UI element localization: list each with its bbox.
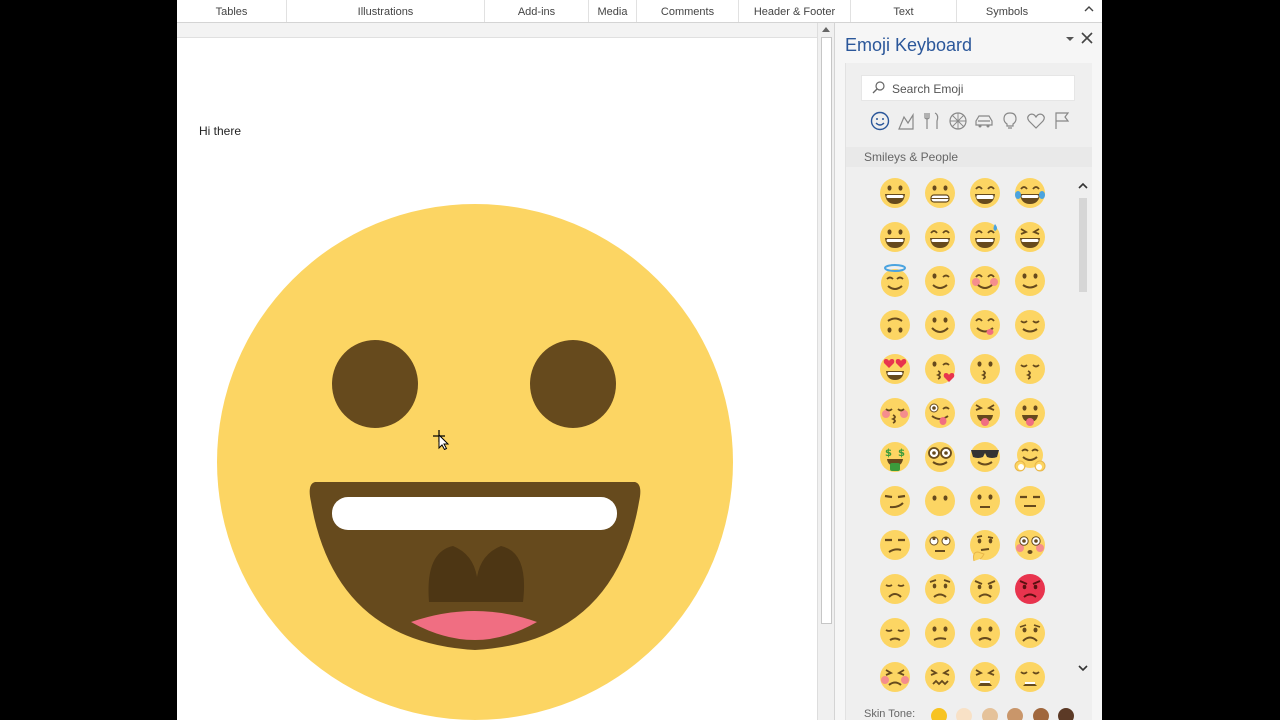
ribbon-group-media[interactable]: Media — [589, 0, 637, 22]
move-cursor-icon — [433, 430, 450, 450]
grinning-face-icon[interactable] — [215, 202, 735, 720]
tears-of-joy-icon[interactable] — [1013, 176, 1047, 210]
ribbon-group-text[interactable]: Text — [851, 0, 957, 22]
frowning-icon[interactable] — [1013, 616, 1047, 650]
chevron-down-icon[interactable] — [1065, 35, 1075, 46]
flag-category-icon[interactable] — [1052, 111, 1072, 131]
confused-icon[interactable] — [923, 616, 957, 650]
relieved-icon[interactable] — [1013, 308, 1047, 342]
confounded-icon[interactable] — [923, 660, 957, 694]
document-text[interactable]: Hi there — [199, 124, 241, 138]
emoji-addin: Smileys & People — [845, 63, 1092, 720]
pane-title: Emoji Keyboard — [845, 35, 973, 55]
weary-icon[interactable] — [1013, 660, 1047, 694]
unamused-icon[interactable] — [878, 528, 912, 562]
expressionless-icon[interactable] — [1013, 484, 1047, 518]
skin-tone-medium[interactable] — [1007, 708, 1023, 720]
ribbon-group-illustrations[interactable]: Illustrations — [287, 0, 485, 22]
persevering-icon[interactable] — [878, 660, 912, 694]
emoji-task-pane: Emoji Keyboard Search Emoji Smileys & Pe… — [834, 23, 1102, 720]
neutral-icon[interactable] — [968, 484, 1002, 518]
thinking-icon[interactable] — [968, 528, 1002, 562]
blush-icon[interactable] — [968, 264, 1002, 298]
heart-category-icon[interactable] — [1026, 111, 1046, 131]
svg-text:$: $ — [898, 448, 905, 459]
disappointed-icon[interactable] — [878, 572, 912, 606]
skin-tone-medium-light[interactable] — [982, 708, 998, 720]
pouting-icon[interactable] — [1013, 572, 1047, 606]
scroll-down-icon[interactable] — [1078, 664, 1088, 675]
skin-tone-light[interactable] — [956, 708, 972, 720]
svg-text:$: $ — [885, 448, 892, 459]
ribbon-group-addins[interactable]: Add-ins — [485, 0, 589, 22]
nature-category-icon[interactable] — [896, 111, 916, 131]
chevron-up-icon[interactable] — [1082, 3, 1096, 17]
lightbulb-category-icon[interactable] — [1000, 111, 1020, 131]
pensive-icon[interactable] — [878, 616, 912, 650]
tired-icon[interactable] — [968, 660, 1002, 694]
scroll-up-icon[interactable] — [1078, 182, 1088, 193]
slight-smile-icon[interactable] — [1013, 264, 1047, 298]
smirk-icon[interactable] — [878, 484, 912, 518]
ribbon: Tables Illustrations Add-ins Media Comme… — [177, 0, 1102, 23]
hugging-icon[interactable] — [1013, 440, 1047, 474]
document-page[interactable]: Hi there — [177, 38, 817, 720]
activity-category-icon[interactable] — [948, 111, 968, 131]
travel-category-icon[interactable] — [974, 111, 994, 131]
emoji-scrollbar[interactable] — [1076, 176, 1088, 676]
heart-eyes-icon[interactable] — [878, 352, 912, 386]
search-box[interactable] — [861, 75, 1075, 101]
sunglasses-icon[interactable] — [968, 440, 1002, 474]
money-mouth-icon[interactable]: $ $ — [878, 440, 912, 474]
grimacing-icon[interactable] — [923, 176, 957, 210]
squinting-tongue-icon[interactable] — [968, 396, 1002, 430]
close-icon[interactable] — [1081, 31, 1093, 49]
search-icon — [872, 81, 885, 94]
tongue-icon[interactable] — [1013, 396, 1047, 430]
skin-tone-label: Skin Tone: — [864, 708, 916, 720]
skin-tone-default[interactable] — [931, 708, 947, 720]
skin-tone-medium-dark[interactable] — [1033, 708, 1049, 720]
search-input[interactable] — [890, 79, 1074, 99]
kissing-blush-icon[interactable] — [878, 396, 912, 430]
upside-down-icon[interactable] — [878, 308, 912, 342]
scroll-up-icon[interactable] — [822, 27, 830, 32]
yum-icon[interactable] — [968, 308, 1002, 342]
ribbon-group-symbols[interactable]: Symbols — [957, 0, 1057, 22]
grinning-icon[interactable] — [878, 176, 912, 210]
eye-roll-icon[interactable] — [923, 528, 957, 562]
scrollbar-thumb[interactable] — [1079, 198, 1087, 292]
no-mouth-icon[interactable] — [923, 484, 957, 518]
food-category-icon[interactable] — [922, 111, 942, 131]
skin-tone-dark[interactable] — [1058, 708, 1074, 720]
flushed-icon[interactable] — [1013, 528, 1047, 562]
ruler-gap — [177, 23, 817, 38]
ribbon-group-header-footer[interactable]: Header & Footer — [739, 0, 851, 22]
relaxed-icon[interactable] — [923, 308, 957, 342]
section-header: Smileys & People — [846, 147, 1092, 167]
worried-icon[interactable] — [923, 572, 957, 606]
angry-icon[interactable] — [968, 572, 1002, 606]
ribbon-group-comments[interactable]: Comments — [637, 0, 739, 22]
kissing-heart-icon[interactable] — [923, 352, 957, 386]
sweat-smile-icon[interactable] — [968, 220, 1002, 254]
halo-icon[interactable] — [878, 264, 912, 298]
wink-icon[interactable] — [923, 264, 957, 298]
kissing-closed-eyes-icon[interactable] — [1013, 352, 1047, 386]
nerd-icon[interactable] — [923, 440, 957, 474]
laughing-icon[interactable] — [1013, 220, 1047, 254]
beaming-icon[interactable] — [968, 176, 1002, 210]
scrollbar-thumb[interactable] — [821, 37, 832, 624]
smile-icon[interactable] — [923, 220, 957, 254]
zany-icon[interactable] — [923, 396, 957, 430]
kissing-icon[interactable] — [968, 352, 1002, 386]
word-window: Tables Illustrations Add-ins Media Comme… — [177, 0, 1102, 720]
smiley-category-icon[interactable] — [870, 111, 890, 131]
skin-tone-bar: Skin Tone: — [846, 695, 1092, 720]
document-scrollbar[interactable] — [817, 23, 834, 720]
slightly-frowning-icon[interactable] — [968, 616, 1002, 650]
ribbon-group-tables[interactable]: Tables — [177, 0, 287, 22]
smiley-icon[interactable] — [878, 220, 912, 254]
emoji-grid: $ $ — [878, 176, 1058, 716]
